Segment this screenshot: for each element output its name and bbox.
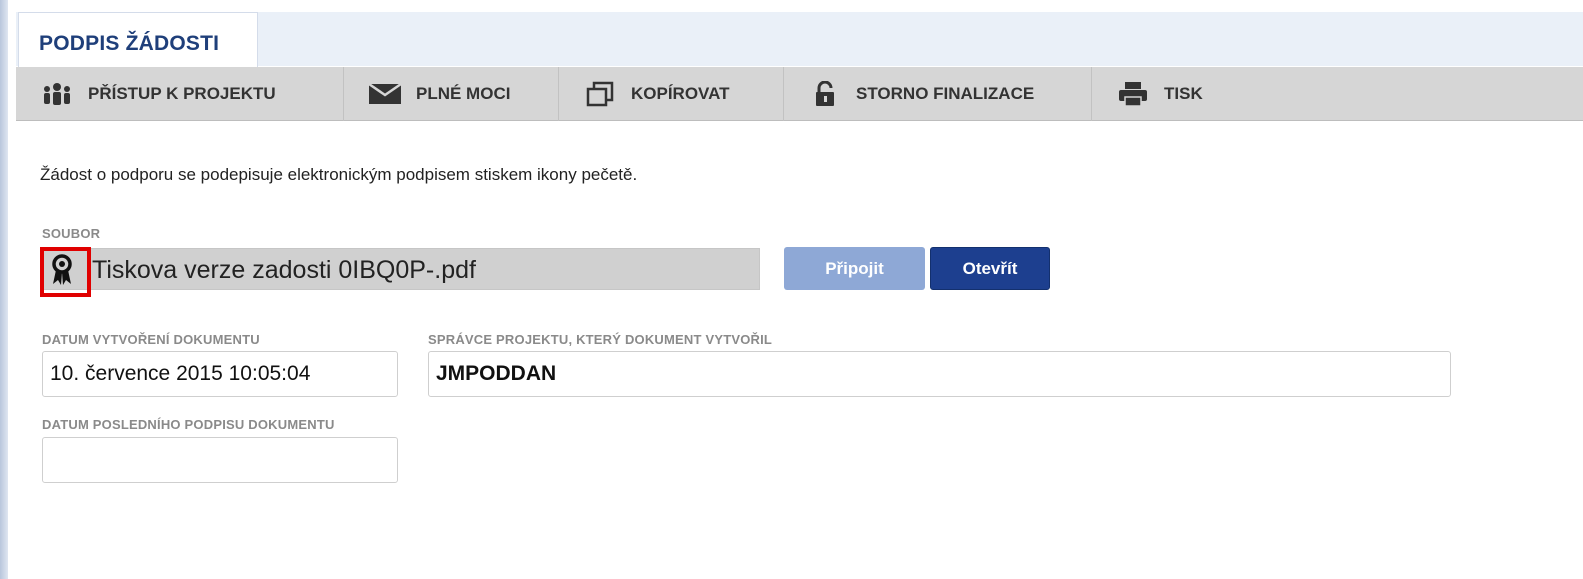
left-edge-strip xyxy=(0,0,8,579)
page-title: PODPIS ŽÁDOSTI xyxy=(39,32,220,55)
toolbar-print-label: TISK xyxy=(1164,84,1203,103)
intro-text: Žádost o podporu se podepisuje elektroni… xyxy=(40,165,638,184)
seal-icon[interactable] xyxy=(48,254,78,286)
toolbar-copy-button[interactable]: KOPÍROVAT xyxy=(559,67,784,121)
copy-icon xyxy=(583,81,617,107)
last-signature-field[interactable] xyxy=(42,437,398,483)
toolbar-print-button[interactable]: TISK xyxy=(1092,67,1252,121)
open-button[interactable]: Otevřít xyxy=(930,247,1050,290)
toolbar-power-of-attorney-label: PLNÉ MOCI xyxy=(416,84,511,103)
project-manager-field[interactable]: JMPODDAN xyxy=(428,351,1451,397)
toolbar-access-button[interactable]: PŘÍSTUP K PROJEKTU xyxy=(16,67,344,121)
toolbar-access-label: PŘÍSTUP K PROJEKTU xyxy=(88,84,276,103)
project-manager-label: SPRÁVCE PROJEKTU, KTERÝ DOKUMENT VYTVOŘI… xyxy=(428,332,773,347)
toolbar-cancel-finalization-button[interactable]: STORNO FINALIZACE xyxy=(784,67,1092,121)
envelope-icon xyxy=(368,81,402,107)
toolbar-cancel-finalization-label: STORNO FINALIZACE xyxy=(856,84,1035,103)
attach-button[interactable]: Připojit xyxy=(784,247,925,290)
toolbar: PŘÍSTUP K PROJEKTU PLNÉ MOCI KOPÍROVAT S… xyxy=(16,67,1583,121)
file-name: Tiskova verze zadosti 0IBQ0P-.pdf xyxy=(92,256,476,284)
last-signature-label: DATUM POSLEDNÍHO PODPISU DOKUMENTU xyxy=(42,417,335,432)
toolbar-copy-label: KOPÍROVAT xyxy=(631,84,730,103)
created-date-field[interactable]: 10. července 2015 10:05:04 xyxy=(42,351,398,397)
unlock-icon xyxy=(808,81,842,107)
file-label: SOUBOR xyxy=(42,226,101,241)
created-date-label: DATUM VYTVOŘENÍ DOKUMENTU xyxy=(42,332,260,347)
printer-icon xyxy=(1116,81,1150,107)
toolbar-power-of-attorney-button[interactable]: PLNÉ MOCI xyxy=(344,67,559,121)
people-icon xyxy=(40,81,74,107)
tab-podpis-zadosti[interactable]: PODPIS ŽÁDOSTI xyxy=(18,12,258,67)
